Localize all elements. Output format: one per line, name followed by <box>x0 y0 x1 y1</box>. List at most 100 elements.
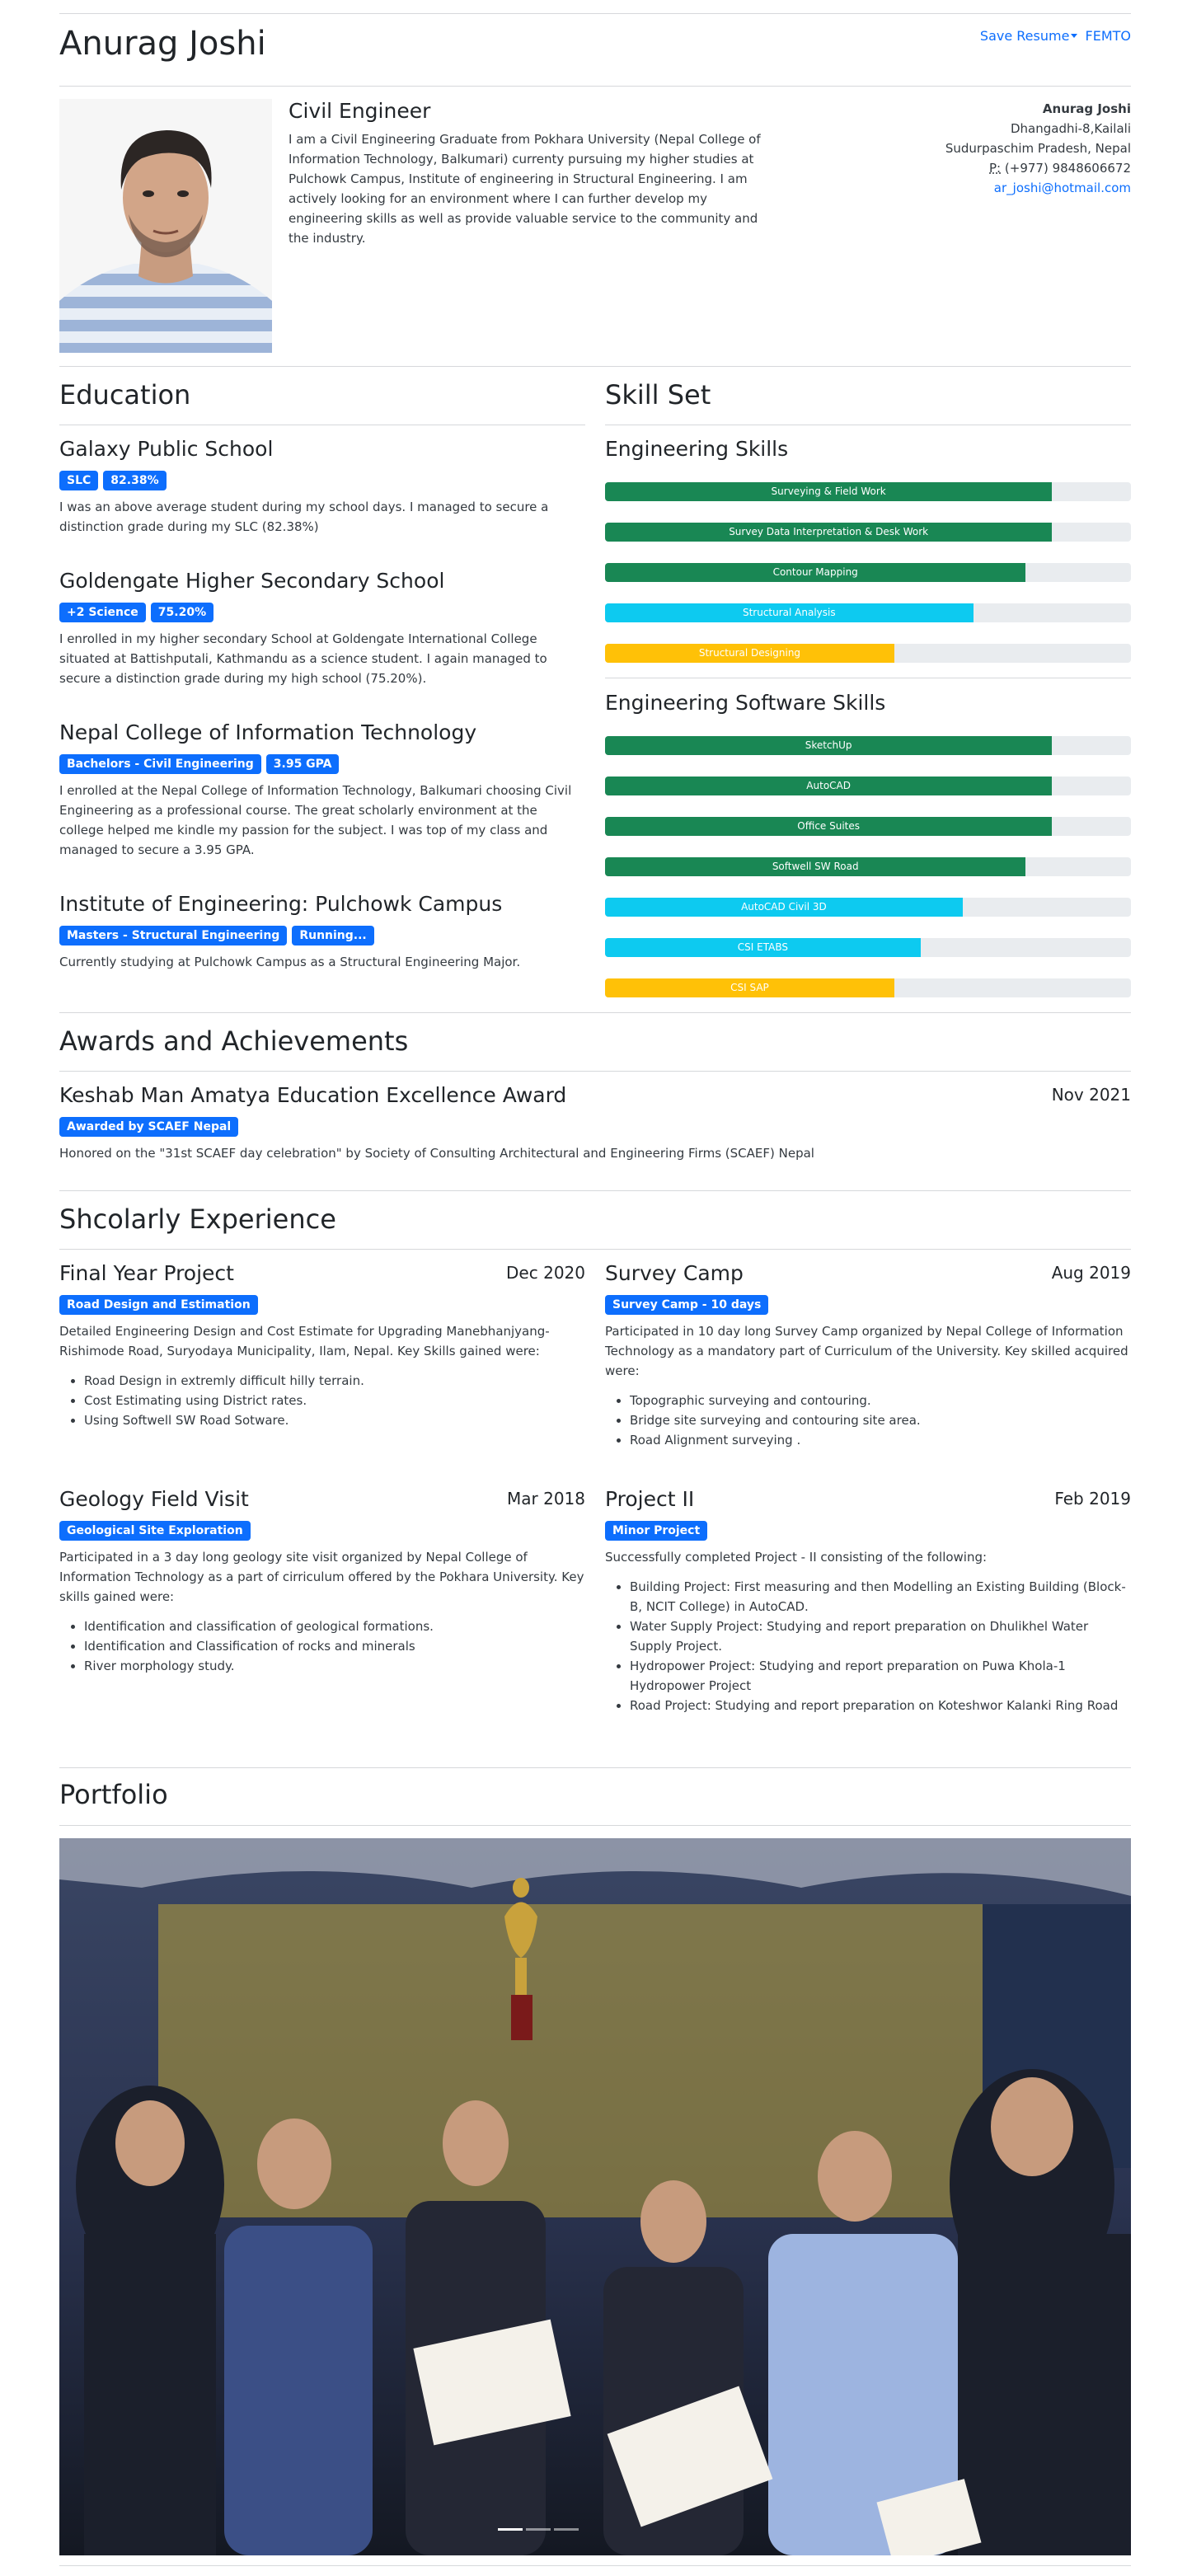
contact-address-line1: Dhangadhi-8,Kailali <box>1010 121 1131 136</box>
profile-photo <box>59 99 272 353</box>
education-badge: SLC <box>59 471 99 490</box>
award-description: Honored on the "31st SCAEF day celebrati… <box>59 1146 814 1161</box>
skill-progress-bar: SketchUp <box>605 736 1131 755</box>
footer-divider <box>59 2565 1131 2566</box>
experience-divider <box>59 1249 1131 1250</box>
experience-date: Dec 2020 <box>506 1263 585 1283</box>
list-item: Road Project: Studying and report prepar… <box>630 1696 1131 1715</box>
experience-item: Final Year Project Dec 2020 Road Design … <box>59 1261 585 1430</box>
experience-date: Feb 2019 <box>1054 1489 1131 1509</box>
save-resume-label: Save Resume <box>979 28 1070 44</box>
experience-item: Survey Camp Aug 2019 Survey Camp - 10 da… <box>605 1261 1131 1450</box>
education-item: Institute of Engineering: Pulchowk Campu… <box>59 892 585 972</box>
experience-item: Project II Feb 2019 Minor Project Succes… <box>605 1487 1131 1715</box>
skill-progress-bar: Softwell SW Road <box>605 857 1131 876</box>
skill-progress-bar: Structural Designing <box>605 644 1131 663</box>
education-badge: Running... <box>292 926 374 945</box>
education-badge: Bachelors - Civil Engineering <box>59 754 261 774</box>
experience-date: Mar 2018 <box>507 1489 585 1509</box>
education-item: Galaxy Public School SLC 82.38% I was an … <box>59 437 585 537</box>
list-item: Bridge site surveying and contouring sit… <box>630 1410 1131 1430</box>
skill-progress-bar: Structural Analysis <box>605 603 1131 622</box>
list-item: Using Softwell SW Road Sotware. <box>84 1410 585 1430</box>
contact-phone-number: (+977) 9848606672 <box>1001 161 1131 176</box>
experience-badge: Geological Site Exploration <box>59 1521 251 1541</box>
chevron-down-icon <box>1071 34 1078 38</box>
experience-badge: Road Design and Estimation <box>59 1295 258 1315</box>
education-school: Institute of Engineering: Pulchowk Campu… <box>59 892 503 916</box>
skill-progress-fill: AutoCAD Civil 3D <box>605 898 963 917</box>
skill-progress-fill: Contour Mapping <box>605 563 1026 582</box>
education-description: I enrolled at the Nepal College of Infor… <box>59 783 572 857</box>
page-title: Anurag Joshi <box>59 25 266 63</box>
list-item: Road Alignment surveying . <box>630 1430 1131 1450</box>
profile-summary: I am a Civil Engineering Graduate from P… <box>289 132 761 246</box>
education-badge: 3.95 GPA <box>265 754 340 774</box>
carousel-indicator-1[interactable] <box>498 2528 523 2531</box>
profile-divider <box>59 366 1131 367</box>
skill-progress-fill: CSI ETABS <box>605 938 921 957</box>
skill-progress-bar: Office Suites <box>605 817 1131 836</box>
header-actions: Save Resume FEMTO <box>980 28 1131 44</box>
list-item: River morphology study. <box>84 1656 585 1676</box>
skill-progress-bar: CSI ETABS <box>605 938 1131 957</box>
software-skills-title: Engineering Software Skills <box>605 691 886 715</box>
contact-card: Anurag Joshi Dhangadhi-8,Kailali Sudurpa… <box>834 99 1131 198</box>
section-divider <box>59 1012 1131 1013</box>
experience-description: Successfully completed Project - II cons… <box>605 1550 988 1565</box>
experience-title: Project II <box>605 1487 695 1511</box>
education-description: Currently studying at Pulchowk Campus as… <box>59 955 521 969</box>
experience-description: Participated in 10 day long Survey Camp … <box>605 1324 1128 1378</box>
list-item: Topographic surveying and contouring. <box>630 1391 1131 1410</box>
list-item: Water Supply Project: Studying and repor… <box>630 1616 1131 1656</box>
section-divider <box>59 1767 1131 1768</box>
list-item: Identification and classification of geo… <box>84 1616 585 1636</box>
experience-item: Geology Field Visit Mar 2018 Geological … <box>59 1487 585 1676</box>
list-item: Identification and Classification of roc… <box>84 1636 585 1656</box>
contact-address-line2: Sudurpaschim Pradesh, Nepal <box>945 141 1131 156</box>
portfolio-photo <box>59 1838 1131 2555</box>
list-item: Building Project: First measuring and th… <box>630 1577 1131 1616</box>
skills-heading: Skill Set <box>605 379 711 411</box>
awards-divider <box>59 1071 1131 1072</box>
list-item: Hydropower Project: Studying and report … <box>630 1656 1131 1696</box>
experience-heading: Shcolarly Experience <box>59 1204 336 1235</box>
section-divider <box>59 1190 1131 1191</box>
education-item: Nepal College of Information Technology … <box>59 720 585 860</box>
award-item: Keshab Man Amatya Education Excellence A… <box>59 1083 1131 1163</box>
skill-progress-bar: Survey Data Interpretation & Desk Work <box>605 523 1131 542</box>
contact-name: Anurag Joshi <box>1042 101 1131 116</box>
award-date: Nov 2021 <box>1051 1085 1131 1105</box>
experience-badge: Survey Camp - 10 days <box>605 1295 769 1315</box>
skill-progress-bar: Surveying & Field Work <box>605 482 1131 501</box>
experience-description: Participated in a 3 day long geology sit… <box>59 1550 584 1604</box>
save-resume-dropdown[interactable]: Save Resume <box>980 28 1081 44</box>
skill-progress-fill: Structural Designing <box>605 644 894 663</box>
skill-progress-fill: Structural Analysis <box>605 603 974 622</box>
skill-progress-bar: Contour Mapping <box>605 563 1131 582</box>
award-title: Keshab Man Amatya Education Excellence A… <box>59 1083 567 1107</box>
carousel-indicator-3[interactable] <box>554 2528 579 2531</box>
list-item: Road Design in extremly difficult hilly … <box>84 1371 585 1391</box>
contact-phone: P: (+977) 9848606672 <box>834 158 1131 178</box>
femto-link[interactable]: FEMTO <box>1086 28 1131 44</box>
education-school: Galaxy Public School <box>59 437 274 461</box>
skill-progress-bar: AutoCAD Civil 3D <box>605 898 1131 917</box>
education-badge: +2 Science <box>59 603 146 622</box>
portfolio-carousel[interactable] <box>59 1838 1131 2555</box>
carousel-indicator-2[interactable] <box>526 2528 551 2531</box>
skill-progress-fill: CSI SAP <box>605 978 894 997</box>
portfolio-heading: Portfolio <box>59 1779 168 1810</box>
skill-progress-fill: AutoCAD <box>605 777 1053 795</box>
education-heading: Education <box>59 379 191 411</box>
skill-progress-fill: Surveying & Field Work <box>605 482 1053 501</box>
contact-email-link[interactable]: ar_joshi@hotmail.com <box>994 181 1131 195</box>
education-badge: 75.20% <box>150 603 214 622</box>
education-badge: 82.38% <box>103 471 167 490</box>
list-item: Cost Estimating using District rates. <box>84 1391 585 1410</box>
education-school: Nepal College of Information Technology <box>59 720 477 744</box>
experience-description: Detailed Engineering Design and Cost Est… <box>59 1324 550 1358</box>
profile-title: Civil Engineer <box>289 99 431 123</box>
experience-badge: Minor Project <box>605 1521 708 1541</box>
education-school: Goldengate Higher Secondary School <box>59 569 445 593</box>
